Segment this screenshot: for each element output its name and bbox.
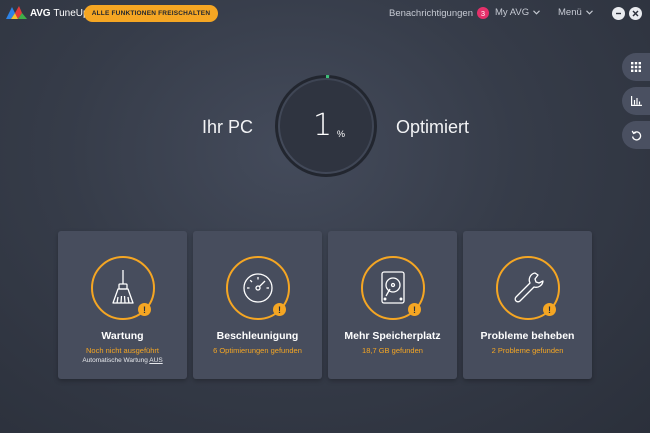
card-title: Wartung: [101, 330, 144, 342]
minimize-icon: [616, 12, 621, 15]
auto-maintenance-toggle-link[interactable]: AUS: [149, 357, 162, 364]
auto-maintenance-status: Automatische Wartung AUS: [58, 357, 187, 364]
chevron-down-icon: [533, 10, 541, 15]
warning-badge: !: [543, 303, 556, 316]
grid-icon: [631, 62, 641, 72]
bar-chart-icon: [630, 96, 642, 106]
notifications-label: Benachrichtigungen: [389, 7, 473, 19]
chevron-down-icon: [585, 10, 593, 15]
free-up-space-card[interactable]: ! Mehr Speicherplatz 18,7 GB gefunden: [328, 231, 457, 379]
speedometer-icon: [243, 273, 273, 303]
hard-drive-icon: [381, 271, 405, 304]
close-button[interactable]: [629, 7, 642, 20]
menu-label: Menü: [558, 7, 582, 18]
avg-logo-icon: [6, 6, 27, 19]
card-status: 6 Optimierungen gefunden: [213, 346, 302, 355]
card-title: Probleme beheben: [480, 330, 575, 342]
card-title: Beschleunigung: [216, 330, 299, 342]
unlock-all-features-button[interactable]: ALLE FUNKTIONEN FREISCHALTEN: [84, 5, 218, 22]
avg-logo: AVG TuneUp: [6, 6, 89, 20]
card-title: Mehr Speicherplatz: [344, 330, 441, 342]
broom-icon: [112, 270, 134, 304]
warning-badge: !: [273, 303, 286, 316]
speed-up-card[interactable]: ! Beschleunigung 6 Optimierungen gefunde…: [193, 231, 322, 379]
rescue-center-button[interactable]: [622, 121, 650, 149]
status-label-left: Ihr PC: [202, 117, 254, 137]
main-menu[interactable]: Menü: [558, 7, 593, 18]
close-icon: [632, 10, 639, 17]
card-status: Noch nicht ausgeführt: [86, 346, 159, 355]
card-status: 18,7 GB gefunden: [362, 346, 423, 355]
notifications-count-badge: 3: [476, 7, 489, 19]
notifications-link[interactable]: Benachrichtigungen 3: [389, 7, 489, 19]
warning-badge: !: [408, 303, 421, 316]
minimize-button[interactable]: [612, 7, 625, 20]
statistics-button[interactable]: [622, 87, 650, 115]
apps-grid-button[interactable]: [622, 53, 650, 81]
title-bar: AVG TuneUp ALLE FUNKTIONEN FREISCHALTEN …: [0, 0, 650, 28]
wrench-icon: [514, 272, 544, 303]
undo-icon: [631, 130, 641, 140]
logo-brand-text: AVG: [30, 7, 51, 19]
my-avg-label: My AVG: [495, 7, 530, 18]
optimization-percent-value: 1: [313, 108, 333, 143]
status-label-right: Optimiert: [396, 117, 470, 137]
card-status: 2 Probleme gefunden: [491, 346, 564, 355]
my-avg-menu[interactable]: My AVG: [495, 7, 541, 18]
fix-problems-card[interactable]: ! Probleme beheben 2 Probleme gefunden: [463, 231, 592, 379]
warning-badge: !: [138, 303, 151, 316]
percent-unit: %: [337, 129, 346, 139]
maintenance-card[interactable]: ! Wartung Noch nicht ausgeführt Automati…: [58, 231, 187, 379]
auto-maintenance-label: Automatische Wartung: [82, 357, 148, 364]
